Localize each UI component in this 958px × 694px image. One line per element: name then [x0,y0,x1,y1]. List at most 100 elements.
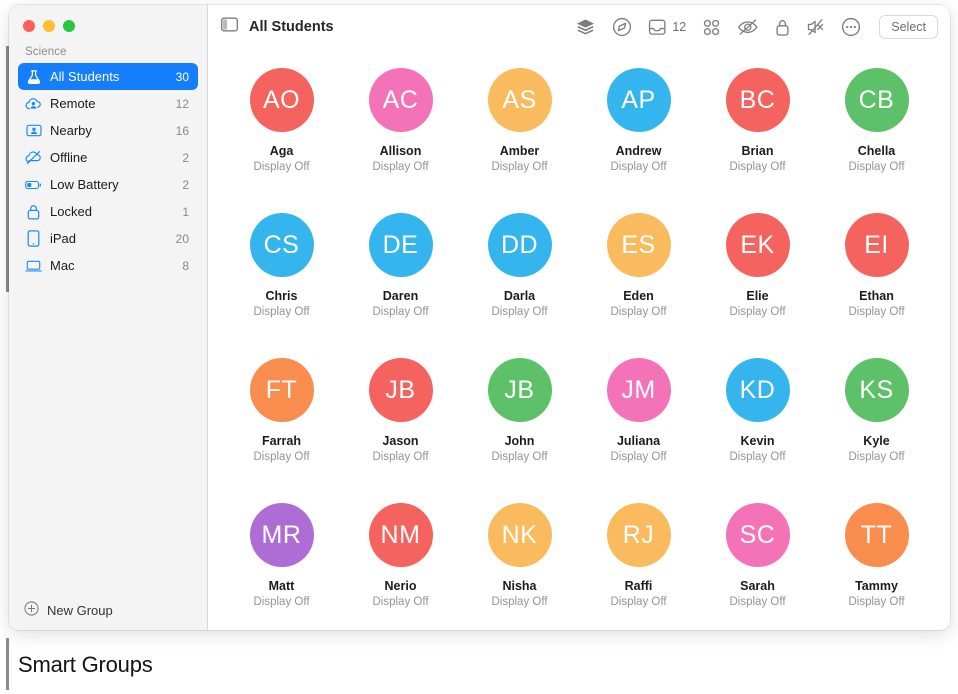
student-name: Kyle [863,434,889,449]
student-name: Raffi [625,579,653,594]
avatar: NM [369,503,433,567]
avatar: KD [726,358,790,422]
sidebar-item-ipad[interactable]: iPad20 [18,225,198,252]
avatar: AP [607,68,671,132]
sidebar-item-offline[interactable]: Offline2 [18,144,198,171]
student-name: Andrew [616,144,662,159]
student-status: Display Off [491,450,547,464]
sidebar-item-low-battery[interactable]: Low Battery2 [18,171,198,198]
sidebar-item-nearby[interactable]: Nearby16 [18,117,198,144]
sidebar-item-label: iPad [50,231,168,246]
student-name: Chella [858,144,896,159]
student-name: Amber [500,144,540,159]
student-name: Sarah [740,579,775,594]
sidebar-item-count: 8 [182,259,189,273]
student-tile[interactable]: FTFarrahDisplay Off [222,349,341,494]
student-tile[interactable]: ACAllisonDisplay Off [341,59,460,204]
inbox-icon[interactable]: 12 [648,18,686,37]
student-tile[interactable]: NKNishaDisplay Off [460,494,579,630]
sidebar-item-label: Remote [50,96,168,111]
close-button[interactable] [23,20,35,32]
sidebar-toggle-icon[interactable] [221,17,238,37]
student-status: Display Off [372,305,428,319]
sidebar-item-mac[interactable]: Mac8 [18,252,198,279]
sidebar-item-all-students[interactable]: All Students30 [18,63,198,90]
student-tile[interactable]: SCSarahDisplay Off [698,494,817,630]
student-name: Nisha [502,579,536,594]
student-status: Display Off [729,305,785,319]
student-tile[interactable]: NMNerioDisplay Off [341,494,460,630]
student-tile[interactable]: CBChellaDisplay Off [817,59,936,204]
student-name: Farrah [262,434,301,449]
student-status: Display Off [372,595,428,609]
student-status: Display Off [848,450,904,464]
lock-icon[interactable] [775,18,790,37]
student-status: Display Off [729,160,785,174]
student-name: Allison [380,144,422,159]
student-grid: AOAgaDisplay Off AC Allison Display Off AS Am… [208,49,950,630]
avatar: AS [488,68,552,132]
more-ellipsis-icon[interactable] [841,17,861,37]
apps-grid-icon[interactable] [702,18,721,37]
student-status: Display Off [491,595,547,609]
sidebar-item-label: Locked [50,204,174,219]
speaker-slash-icon[interactable] [806,18,825,36]
student-tile[interactable]: JBJohnDisplay Off [460,349,579,494]
sidebar-item-label: Low Battery [50,177,174,192]
student-status: Display Off [848,595,904,609]
avatar: DE [369,213,433,277]
student-status: Display Off [729,595,785,609]
student-tile[interactable]: DE DarenDisplay Off [341,204,460,349]
minimize-button[interactable] [43,20,55,32]
student-name: Daren [383,289,418,304]
student-tile[interactable]: EKElieDisplay Off [698,204,817,349]
student-name: Juliana [617,434,660,449]
student-tile[interactable]: JM JulianaDisplay Off [579,349,698,494]
student-name: Eden [623,289,654,304]
avatar: JB [369,358,433,422]
student-tile[interactable]: ES EdenDisplay Off [579,204,698,349]
inbox-badge: 12 [672,20,686,34]
student-status: Display Off [253,450,309,464]
student-tile[interactable]: MRMattDisplay Off [222,494,341,630]
student-tile[interactable]: JBJasonDisplay Off [341,349,460,494]
sidebar-item-remote[interactable]: Remote12 [18,90,198,117]
student-tile[interactable]: CSChrisDisplay Off [222,204,341,349]
student-tile[interactable]: AS AmberDisplay Off [460,59,579,204]
new-group-label: New Group [47,603,113,618]
student-status: Display Off [610,450,666,464]
sidebar-section-title: Science [9,46,207,63]
window-controls [9,5,207,46]
student-status: Display Off [491,305,547,319]
student-tile[interactable]: TTTammyDisplay Off [817,494,936,630]
zoom-button[interactable] [63,20,75,32]
student-tile[interactable]: APAndrewDisplay Off [579,59,698,204]
student-name: Darla [504,289,535,304]
student-tile[interactable]: RJRaffiDisplay Off [579,494,698,630]
student-tile[interactable]: KSKyleDisplay Off [817,349,936,494]
student-status: Display Off [610,305,666,319]
sidebar-item-count: 30 [176,70,189,84]
avatar: MR [250,503,314,567]
cloud-slash-icon [25,149,42,166]
avatar: AC [369,68,433,132]
avatar: JB [488,358,552,422]
avatar: JM [607,358,671,422]
student-tile[interactable]: BCBrianDisplay Off [698,59,817,204]
student-tile[interactable]: EIEthanDisplay Off [817,204,936,349]
student-tile[interactable]: DDDarlaDisplay Off [460,204,579,349]
student-tile[interactable]: AOAgaDisplay Off [222,59,341,204]
avatar: TT [845,503,909,567]
student-status: Display Off [848,305,904,319]
navigate-icon[interactable] [612,17,632,37]
eye-slash-icon[interactable] [737,18,759,36]
select-button[interactable]: Select [879,15,938,39]
layers-icon[interactable] [575,17,596,37]
student-name: Ethan [859,289,894,304]
avatar: ES [607,213,671,277]
plus-circle-icon [24,601,39,619]
new-group-button[interactable]: New Group [9,590,207,630]
sidebar-item-locked[interactable]: Locked1 [18,198,198,225]
student-tile[interactable]: KDKevinDisplay Off [698,349,817,494]
student-status: Display Off [491,160,547,174]
